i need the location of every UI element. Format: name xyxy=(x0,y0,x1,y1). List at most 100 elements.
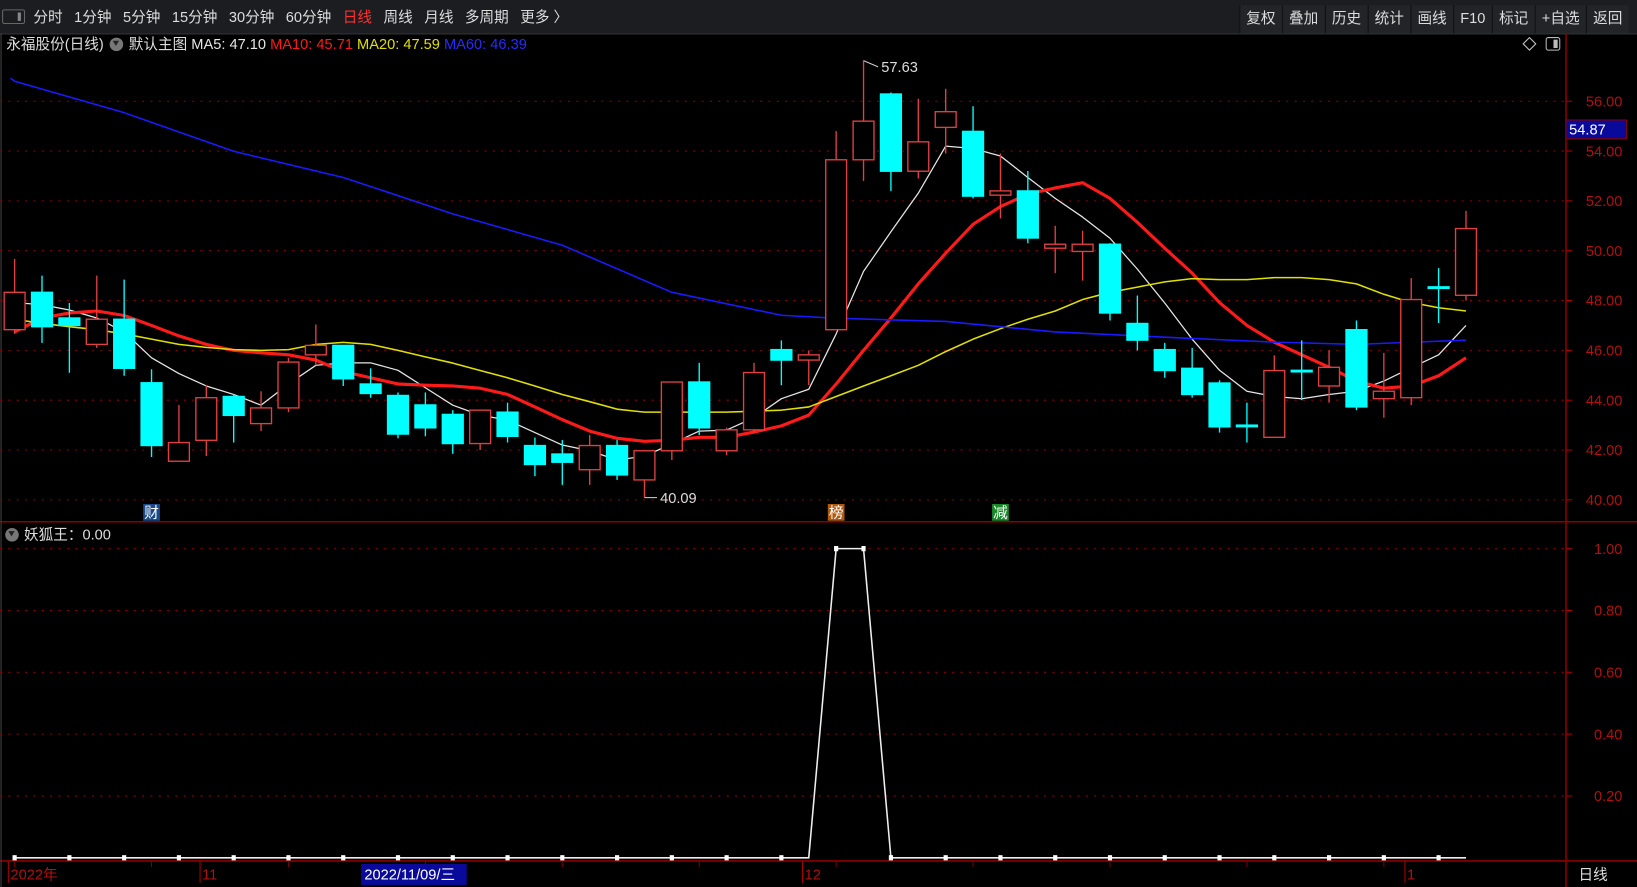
indicator-point xyxy=(724,855,729,861)
candle xyxy=(496,402,519,443)
candle-body xyxy=(1263,369,1286,438)
candle-body xyxy=(359,383,382,395)
candle xyxy=(3,258,26,334)
price-tick-label: 44.00 xyxy=(1586,393,1623,409)
indicator-point xyxy=(1053,855,1058,861)
chart-canvas[interactable]: 56.00 54.00 52.00 50.00 48.00 46.00 44.00 42.00… xyxy=(0,0,1637,887)
candle xyxy=(1071,230,1094,281)
candle-body xyxy=(30,291,54,328)
candle xyxy=(1263,355,1286,438)
candle-body xyxy=(715,429,738,452)
candle xyxy=(633,450,656,498)
candle-body xyxy=(578,444,601,471)
candle xyxy=(113,279,136,376)
indicator-point xyxy=(176,855,182,861)
candle xyxy=(30,275,54,343)
indicator-point xyxy=(861,546,866,552)
candle xyxy=(441,410,464,454)
candle xyxy=(742,362,766,433)
candle-body xyxy=(688,381,711,429)
candle xyxy=(1235,402,1259,443)
candle-body xyxy=(660,381,683,452)
candle-body xyxy=(934,111,957,129)
candle-body xyxy=(852,120,875,161)
candle xyxy=(1181,347,1204,398)
candle-body xyxy=(1181,367,1204,396)
indicator-point xyxy=(1436,855,1441,861)
panel-toggle-icon[interactable] xyxy=(1545,37,1561,51)
candle-body xyxy=(1317,366,1341,387)
candle-body xyxy=(195,397,218,441)
candle-body xyxy=(386,394,410,435)
candle-body xyxy=(989,190,1012,196)
candle xyxy=(1427,268,1450,323)
price-tick-label: 40.00 xyxy=(1586,493,1623,509)
indicator-point xyxy=(1272,855,1277,861)
indicator-point xyxy=(779,855,784,861)
candle xyxy=(1454,210,1478,301)
candle-body xyxy=(1098,243,1122,314)
indicator-point xyxy=(560,855,565,861)
candle-body xyxy=(907,141,930,172)
indicator-tick-label: 1.00 xyxy=(1594,542,1622,558)
price-tick-label: 54.00 xyxy=(1586,144,1623,160)
candle xyxy=(359,368,382,398)
candle-body xyxy=(332,344,355,380)
candle xyxy=(961,106,985,199)
candle xyxy=(277,357,300,413)
indicator-point xyxy=(450,855,455,861)
candle-body xyxy=(605,444,629,476)
ma10-value: MA10: 45.71 xyxy=(270,35,353,53)
date-label: 1 xyxy=(1407,868,1415,884)
diamond-icon xyxy=(1522,36,1537,51)
candle-body xyxy=(140,382,163,447)
candle-body xyxy=(1400,298,1423,399)
candle xyxy=(852,60,875,181)
price-tick-label: 50.00 xyxy=(1586,244,1623,260)
ma20-value: MA20: 47.59 xyxy=(357,35,440,53)
candle-body xyxy=(879,93,903,172)
low-price-label: 40.09 xyxy=(660,491,697,507)
indicator-point xyxy=(943,855,948,861)
indicator-point xyxy=(1162,855,1167,861)
indicator-tick-label: 0.80 xyxy=(1594,604,1622,620)
indicator-point xyxy=(122,855,127,861)
candle-body xyxy=(222,395,245,417)
indicator-point xyxy=(1326,855,1332,861)
candle-body xyxy=(1126,322,1149,341)
candle-body xyxy=(304,344,327,356)
candle xyxy=(167,404,191,462)
indicator-point xyxy=(67,855,72,861)
candle xyxy=(934,88,957,154)
candle-body xyxy=(551,453,574,463)
date-label: 12 xyxy=(805,868,821,884)
indicator-point xyxy=(888,855,894,861)
candle xyxy=(1345,320,1368,411)
candle-body xyxy=(1153,348,1176,372)
event-marker: 财 xyxy=(144,505,159,522)
candle xyxy=(195,385,218,457)
candle xyxy=(688,362,711,436)
indicator-dropdown-icon[interactable] xyxy=(5,527,19,542)
indicator-line xyxy=(14,547,1466,859)
candle xyxy=(140,369,163,457)
price-tick-label: 42.00 xyxy=(1586,443,1623,459)
candle xyxy=(1290,340,1313,401)
candle xyxy=(1400,278,1423,406)
crosshair-date: 2022/11/09/三 xyxy=(364,868,455,884)
candle-body xyxy=(414,404,437,429)
indicator-tick-label: 0.40 xyxy=(1594,727,1622,743)
candle xyxy=(1126,295,1149,351)
current-price-value: 54.87 xyxy=(1569,123,1606,139)
candle xyxy=(770,340,793,386)
template-dropdown-icon[interactable] xyxy=(109,37,124,51)
candle xyxy=(469,409,492,451)
template-name[interactable]: 默认主图 xyxy=(129,33,187,54)
candle-body xyxy=(633,450,656,481)
high-arrow xyxy=(863,60,879,68)
candle xyxy=(989,153,1012,219)
candle-body xyxy=(441,413,464,445)
candle-body xyxy=(1290,369,1313,373)
indicator-point xyxy=(1381,855,1386,861)
candle xyxy=(1044,225,1067,274)
